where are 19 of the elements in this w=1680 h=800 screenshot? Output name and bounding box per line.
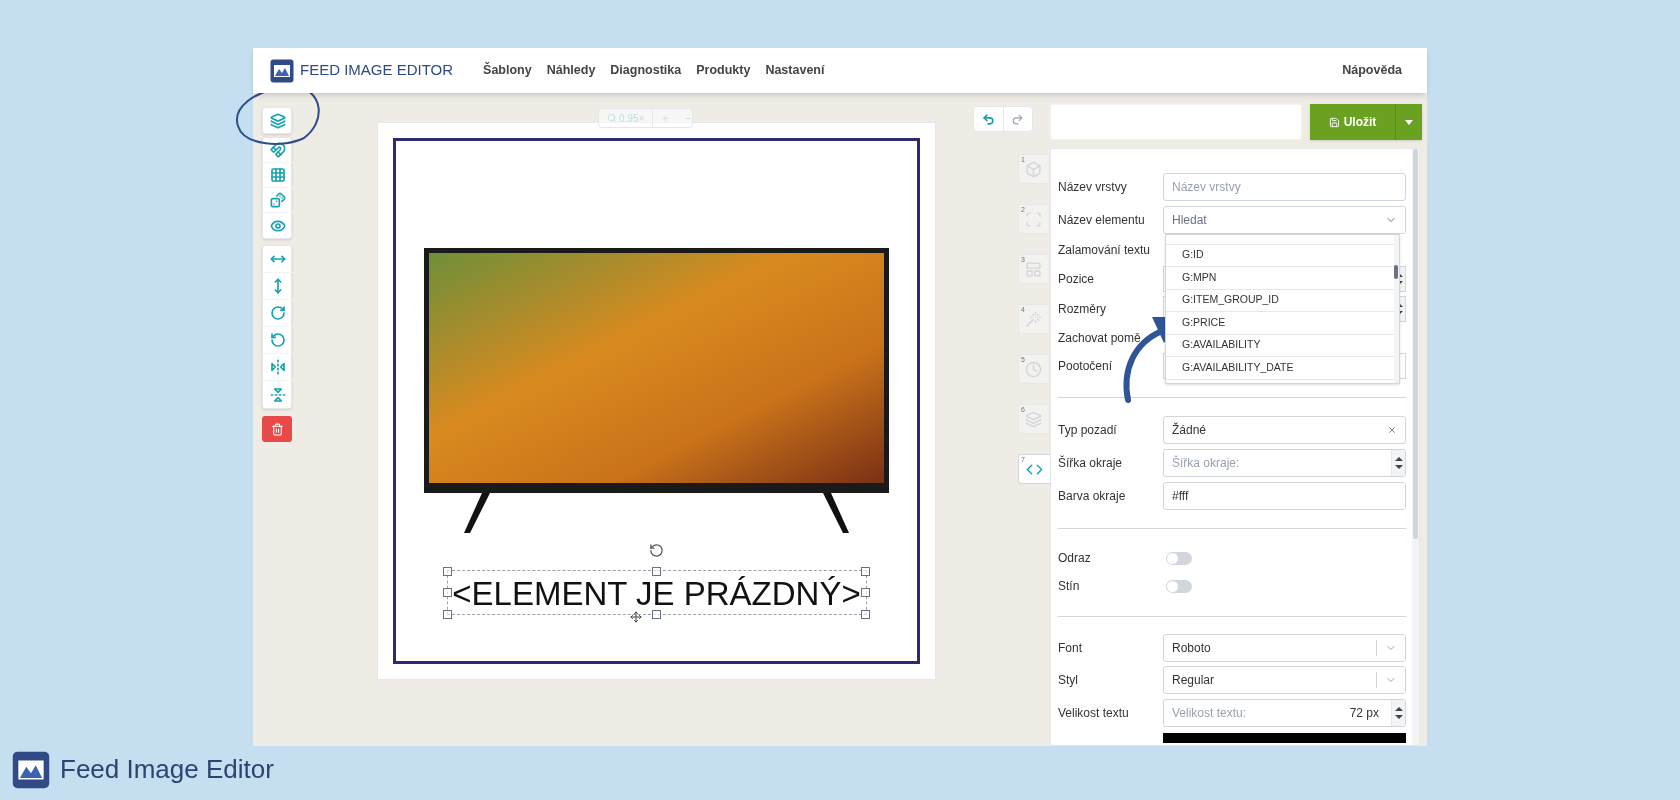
- field-label: Zachovat pomě: [1058, 330, 1142, 347]
- element-text: <ELEMENT JE PRÁZDNÝ>: [452, 576, 861, 609]
- footer-brand-text: Feed Image Editor: [60, 753, 274, 786]
- field-label: Odraz: [1058, 550, 1092, 567]
- field-label: Font: [1058, 640, 1083, 657]
- field-label: Název elementu: [1058, 211, 1146, 229]
- zoom-level: 0.95×: [619, 111, 645, 126]
- field-label: Rozměry: [1058, 301, 1107, 318]
- field-label: Šířka okraje: [1058, 454, 1124, 472]
- field-label: Styl: [1058, 672, 1079, 689]
- field-label: Název vrstvy: [1058, 178, 1128, 196]
- field-label: Zalamování textu: [1058, 242, 1152, 259]
- field-label: Barva okraje: [1058, 487, 1127, 505]
- field-label: Stín: [1058, 578, 1081, 595]
- field-label: Typ pozadí: [1058, 421, 1118, 439]
- app-title: FEED IMAGE EDITOR: [300, 60, 454, 81]
- field-label: Velikost textu: [1058, 704, 1130, 722]
- field-label: Pootočení: [1058, 358, 1114, 375]
- field-label: Pozice: [1058, 271, 1096, 288]
